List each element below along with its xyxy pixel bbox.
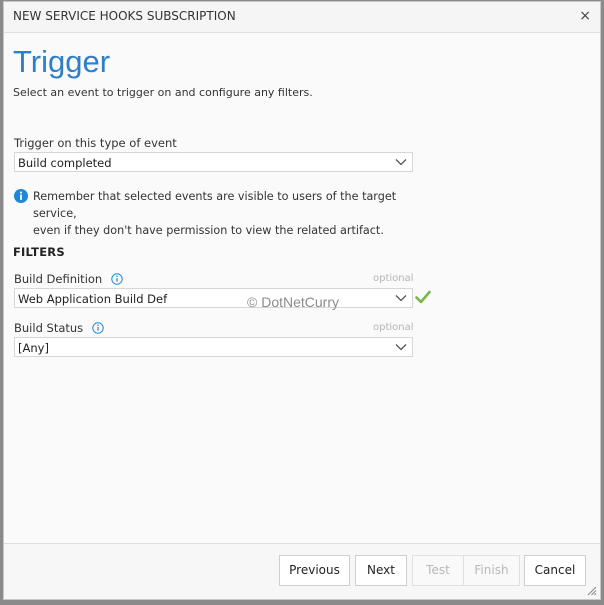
cancel-button[interactable]: Cancel xyxy=(524,555,586,586)
filters-heading: FILTERS xyxy=(13,245,65,259)
dialog-title: NEW SERVICE HOOKS SUBSCRIPTION xyxy=(13,9,236,23)
notice-text: Remember that selected events are visibl… xyxy=(33,188,423,239)
trigger-event-select[interactable]: Build completed xyxy=(14,152,413,172)
watermark: © DotNetCurry xyxy=(247,294,339,310)
notice-line-2: even if they don't have permission to vi… xyxy=(33,224,384,237)
build-status-label: Build Status xyxy=(14,321,84,335)
next-button[interactable]: Next xyxy=(355,555,407,586)
chevron-down-icon xyxy=(395,159,407,166)
close-icon[interactable]: × xyxy=(579,8,591,24)
build-status-optional: optional xyxy=(373,322,414,333)
build-definition-label: Build Definition xyxy=(14,272,103,286)
test-button[interactable]: Test xyxy=(412,555,464,586)
build-status-value: [Any] xyxy=(18,341,49,355)
notice-line-1: Remember that selected events are visibl… xyxy=(33,190,397,220)
previous-button[interactable]: Previous xyxy=(279,555,350,586)
trigger-event-value: Build completed xyxy=(18,156,112,170)
info-icon xyxy=(14,189,28,203)
build-definition-value: Web Application Build Def xyxy=(18,292,168,306)
valid-check-icon xyxy=(415,290,431,304)
chevron-down-icon xyxy=(395,295,407,302)
trigger-event-label: Trigger on this type of event xyxy=(14,136,177,150)
finish-button[interactable]: Finish xyxy=(463,555,520,586)
build-status-select[interactable]: [Any] xyxy=(14,337,413,357)
info-outline-icon[interactable] xyxy=(92,322,104,334)
service-hooks-dialog: NEW SERVICE HOOKS SUBSCRIPTION × Trigger… xyxy=(3,1,601,600)
build-status-label-row: Build Status xyxy=(14,321,104,335)
chevron-down-icon xyxy=(395,344,407,351)
build-definition-label-row: Build Definition xyxy=(14,272,123,286)
build-definition-select[interactable]: Web Application Build Def xyxy=(14,288,413,308)
page-subtitle: Select an event to trigger on and config… xyxy=(13,86,313,99)
dialog-titlebar: NEW SERVICE HOOKS SUBSCRIPTION × xyxy=(4,2,600,33)
dialog-footer: Previous Next Test Finish Cancel xyxy=(4,543,600,599)
build-definition-optional: optional xyxy=(373,273,414,284)
page-title: Trigger xyxy=(13,44,111,79)
info-outline-icon[interactable] xyxy=(111,273,123,285)
resize-grip-icon[interactable] xyxy=(587,586,597,596)
